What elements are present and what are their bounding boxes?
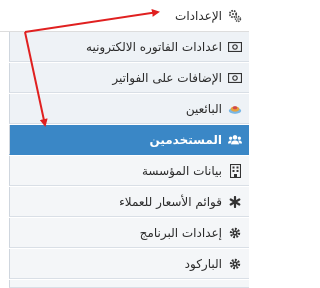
settings-menu: الإعدادات اعدادات الفاتوره الالكترونيه ا…: [0, 0, 249, 288]
asterisk-icon: [228, 195, 242, 209]
menu-item-label: المستخدمين: [149, 132, 222, 147]
menu-item-organization-data[interactable]: بيانات المؤسسة: [9, 156, 249, 186]
money-icon: [228, 71, 242, 85]
menu-item-label: قوائم الأسعار للعملاء: [119, 194, 222, 209]
menu-item-customer-price-lists[interactable]: قوائم الأسعار للعملاء: [9, 187, 249, 217]
menu-item-vendors[interactable]: البائعين: [9, 94, 249, 124]
menu-item-barcode[interactable]: الباركود: [9, 249, 249, 279]
gear-icon: [228, 257, 242, 271]
menu-item-label: اعدادات الفاتوره الالكترونيه: [86, 39, 222, 54]
money-icon: [228, 40, 242, 54]
menu-item-program-settings[interactable]: إعدادات البرنامج: [9, 218, 249, 248]
menu-item-label: البائعين: [185, 101, 222, 116]
menu-item-e-invoice-settings[interactable]: اعدادات الفاتوره الالكترونيه: [9, 32, 249, 62]
gears-icon: [228, 9, 242, 23]
menu-item-users[interactable]: المستخدمين: [9, 125, 249, 155]
menu-item-settings-label: الإعدادات: [175, 8, 222, 23]
users-icon: [228, 133, 242, 147]
gear-icon: [228, 226, 242, 240]
menu-item-label: بيانات المؤسسة: [141, 163, 222, 178]
building-icon: [228, 163, 242, 178]
menu-item-partial: [9, 280, 249, 288]
vendor-icon: [228, 102, 242, 116]
menu-item-label: الباركود: [184, 256, 222, 271]
menu-item-invoice-additions[interactable]: الإضافات على الفواتير: [9, 63, 249, 93]
menu-item-label: الإضافات على الفواتير: [112, 70, 222, 85]
menu-item-settings[interactable]: الإعدادات: [0, 0, 249, 32]
menu-item-label: إعدادات البرنامج: [139, 225, 222, 240]
